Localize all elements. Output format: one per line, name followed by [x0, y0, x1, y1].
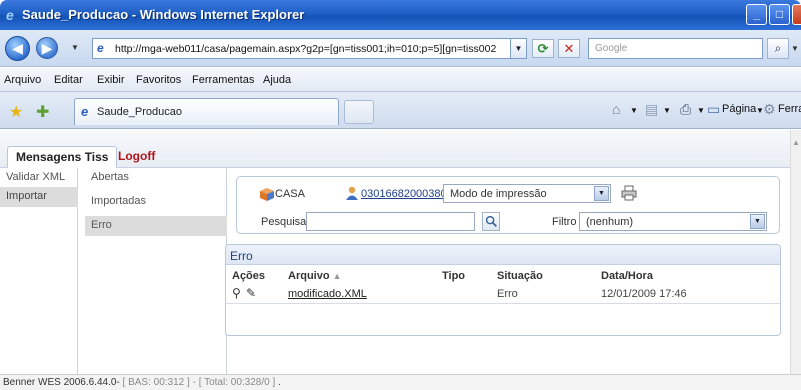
sub-nav: Abertas Importadas Erro: [85, 168, 227, 374]
menu-ferramentas[interactable]: Ferramentas: [192, 74, 254, 86]
subnav-importadas[interactable]: Importadas: [85, 192, 227, 212]
left-nav: Validar XML Importar: [0, 168, 78, 374]
printer-icon[interactable]: [621, 185, 637, 201]
chevron-down-icon[interactable]: ▼: [594, 186, 609, 201]
scroll-up-icon[interactable]: ▲: [792, 138, 800, 147]
home-dropdown-icon[interactable]: ▼: [630, 106, 638, 115]
status-total: [ Total: 00:328/0 ]: [198, 377, 276, 388]
row-data-hora: 12/01/2009 17:46: [601, 288, 687, 300]
search-button-icon[interactable]: [482, 212, 500, 231]
home-icon[interactable]: ⌂: [612, 101, 620, 117]
menu-arquivo[interactable]: Arquivo: [4, 74, 41, 86]
menu-ajuda[interactable]: Ajuda: [263, 74, 291, 86]
status-separator: -: [192, 377, 196, 388]
col-acoes: Ações: [232, 270, 266, 282]
address-dropdown-button[interactable]: ▼: [510, 38, 527, 59]
print-icon[interactable]: ⎙: [680, 101, 691, 118]
filter-label: Filtro: [552, 216, 577, 228]
address-toolbar: ◀ ▶ ▼ e http://mga-web011/casa/pagemain.…: [0, 30, 801, 67]
user-icon: [346, 186, 358, 200]
search-icon[interactable]: ⌕: [767, 38, 789, 59]
app-tab-strip: Mensagens Tiss Logoff: [0, 130, 790, 168]
page-menu[interactable]: Página: [722, 103, 756, 115]
row-arquivo[interactable]: modificado.XML: [288, 288, 367, 300]
feeds-icon[interactable]: ▤: [645, 101, 658, 118]
tools-gear-icon: ⚙: [763, 101, 776, 117]
grid-title: Erro: [226, 245, 780, 265]
url-text: http://mga-web011/casa/pagemain.aspx?g2p…: [115, 43, 497, 55]
forward-button[interactable]: ▶: [36, 37, 58, 59]
print-mode-value: Modo de impressão: [450, 188, 547, 200]
history-dropdown-icon[interactable]: ▼: [71, 43, 79, 52]
subnav-erro[interactable]: Erro: [85, 216, 227, 236]
col-situacao[interactable]: Situação: [497, 270, 543, 282]
status-version: Benner WES 2006.6.44.0-: [3, 377, 120, 388]
edit-pencil-icon[interactable]: ✎: [246, 286, 256, 300]
menu-exibir[interactable]: Exibir: [97, 74, 125, 86]
sort-asc-icon: ▲: [332, 271, 342, 281]
title-bar: e Saude_Producao - Windows Internet Expl…: [0, 0, 801, 30]
new-tab-button[interactable]: [344, 100, 374, 124]
favorites-bar: ★ ✚ e Saude_Producao ⌂ ▼ ▤ ▼ ⎙ ▼ ▭ Págin…: [0, 92, 801, 129]
add-favorite-icon[interactable]: ✚: [36, 102, 49, 122]
print-mode-select[interactable]: Modo de impressão ▼: [443, 184, 611, 203]
refresh-icon[interactable]: ⟳: [532, 39, 554, 58]
col-data-hora[interactable]: Data/Hora: [601, 270, 653, 282]
menu-favoritos[interactable]: Favoritos: [136, 74, 181, 86]
stop-icon[interactable]: ✕: [558, 39, 580, 58]
menu-editar[interactable]: Editar: [54, 74, 83, 86]
tab-logoff[interactable]: Logoff: [110, 146, 163, 168]
col-tipo[interactable]: Tipo: [442, 270, 465, 282]
address-field[interactable]: e http://mga-web011/casa/pagemain.aspx?g…: [92, 38, 517, 59]
casa-cube-icon: [260, 188, 274, 201]
maximize-button[interactable]: □: [769, 4, 790, 25]
window-title: Saude_Producao - Windows Internet Explor…: [22, 7, 305, 22]
menu-bar: Arquivo Editar Exibir Favoritos Ferramen…: [0, 68, 801, 92]
feeds-dropdown-icon[interactable]: ▼: [663, 106, 671, 115]
page-icon: e: [97, 41, 104, 55]
ie-logo-icon: e: [6, 7, 14, 23]
browser-tab[interactable]: e Saude_Producao: [74, 98, 339, 125]
col-arquivo[interactable]: Arquivo ▲: [288, 270, 342, 282]
close-button[interactable]: [792, 4, 801, 25]
tab-mensagens-tiss[interactable]: Mensagens Tiss: [7, 146, 118, 168]
casa-label: CASA: [275, 188, 305, 200]
search-options-icon[interactable]: ▼: [791, 44, 799, 53]
search-field[interactable]: [306, 212, 475, 231]
subnav-abertas[interactable]: Abertas: [85, 168, 227, 188]
view-magnifier-icon[interactable]: ⚲: [232, 286, 241, 300]
tools-menu[interactable]: Ferramentas: [778, 103, 801, 115]
nav-validar-xml[interactable]: Validar XML: [0, 168, 78, 188]
status-end: .: [278, 377, 281, 388]
favorites-star-icon[interactable]: ★: [9, 102, 23, 122]
chevron-down-icon[interactable]: ▼: [750, 214, 765, 229]
search-input[interactable]: Google: [588, 38, 763, 59]
filter-select[interactable]: (nenhum) ▼: [579, 212, 767, 231]
minimize-button[interactable]: _: [746, 4, 767, 25]
row-divider: [226, 303, 780, 304]
filter-panel: CASA 03016682000380 Modo de impressão ▼ …: [236, 176, 780, 234]
filter-value: (nenhum): [586, 216, 634, 228]
col-arquivo-label: Arquivo: [288, 270, 330, 282]
tab-title: Saude_Producao: [97, 106, 183, 118]
search-label: Pesquisar: [261, 216, 310, 228]
tab-page-icon: e: [81, 104, 89, 119]
print-dropdown-icon[interactable]: ▼: [697, 106, 705, 115]
back-button[interactable]: ◀: [5, 36, 30, 61]
vertical-scrollbar[interactable]: ▲: [790, 130, 801, 374]
status-bas: [ BAS: 00:312 ]: [122, 377, 190, 388]
status-bar: Benner WES 2006.6.44.0- [ BAS: 00:312 ] …: [0, 374, 801, 390]
app-content: Mensagens Tiss Logoff ▲ Validar XML Impo…: [0, 130, 801, 374]
row-situacao: Erro: [497, 288, 518, 300]
results-grid: Erro Ações Arquivo ▲ Tipo Situação Data/…: [225, 244, 781, 336]
nav-importar[interactable]: Importar: [0, 187, 78, 207]
page-menu-icon: ▭: [707, 101, 721, 117]
user-id-link[interactable]: 03016682000380: [361, 188, 447, 200]
search-placeholder: Google: [595, 43, 628, 54]
